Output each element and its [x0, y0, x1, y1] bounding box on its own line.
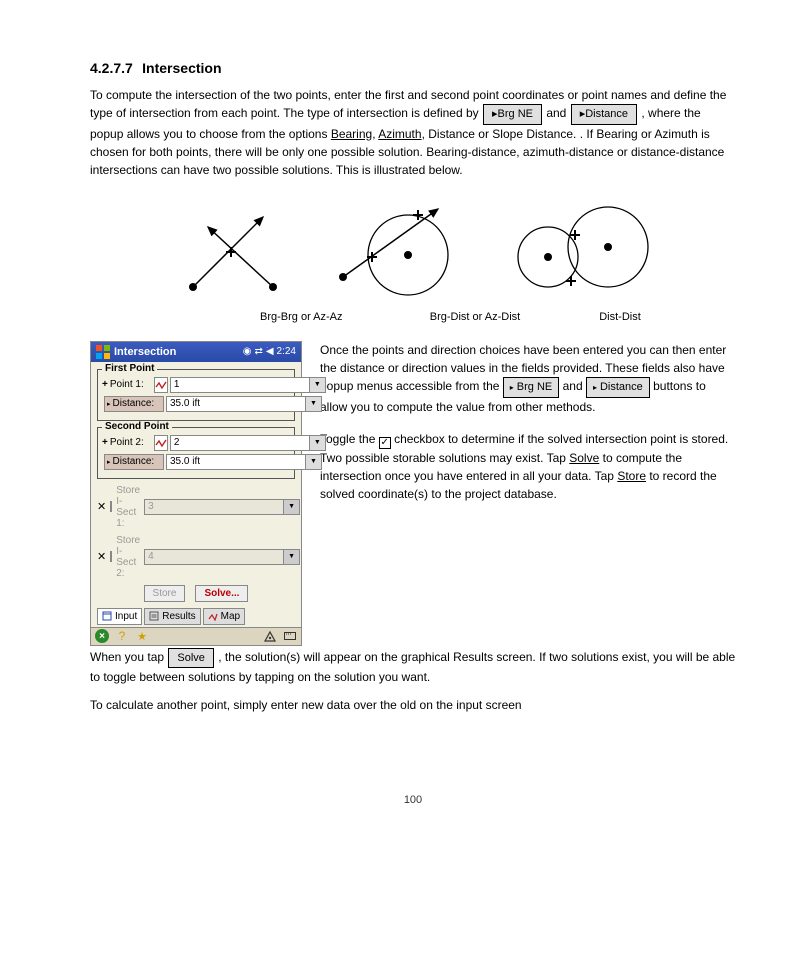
store-isect2-checkbox[interactable] — [110, 551, 112, 562]
map-tab-icon — [208, 611, 218, 621]
distance2-input[interactable] — [166, 454, 306, 470]
dropdown-button[interactable]: ▼ — [306, 454, 322, 470]
store-isect1-checkbox[interactable] — [110, 501, 112, 512]
speaker-icon: ◀ׂ — [266, 346, 274, 357]
instrument-icon[interactable] — [263, 629, 277, 643]
favorite-icon[interactable]: ★ — [135, 629, 149, 643]
opt-azimuth: Azimuth — [378, 127, 421, 141]
help-icon[interactable]: ? — [115, 629, 129, 643]
section-heading: 4.2.7.7 Intersection — [90, 60, 736, 76]
bearing-button-ref: ▸Brg NE — [503, 377, 559, 398]
store-isect2-input[interactable] — [144, 549, 284, 565]
heading-number: 4.2.7.7 — [90, 60, 133, 76]
store-isect1-label: Store I-Sect 1: — [116, 485, 140, 529]
dropdown-button[interactable]: ▼ — [310, 435, 326, 451]
diagram-row — [90, 197, 736, 307]
page-number: 100 — [90, 794, 736, 806]
label-distdist: Dist-Dist — [550, 311, 690, 323]
titlebar: Intersection ◉ ⇄ ◀ׂ 2:24 — [91, 342, 301, 362]
label-brgbrg: Brg-Brg or Az-Az — [260, 311, 400, 323]
dropdown-button[interactable]: ▼ — [284, 499, 300, 515]
clock-text: 2:24 — [277, 346, 296, 357]
point1-label: Point 1: — [110, 379, 152, 390]
device-window: Intersection ◉ ⇄ ◀ׂ 2:24 First Point + P… — [90, 341, 302, 646]
windows-logo-icon — [96, 345, 110, 359]
window-title: Intersection — [114, 346, 243, 358]
paragraph-3: Toggle the ✓ checkbox to determine if th… — [320, 430, 736, 503]
point2-input[interactable] — [170, 435, 310, 451]
first-point-group: First Point + Point 1: ▼ — [97, 369, 295, 421]
paragraph-5: To calculate another point, simply enter… — [90, 696, 736, 714]
checkbox-ref-icon: ✓ — [379, 437, 391, 449]
opt-bearing: Bearing — [331, 127, 372, 141]
distance-button-ref: ▸Distance — [571, 104, 637, 125]
paragraph-4: When you tap Solve , the solution(s) wil… — [90, 648, 736, 687]
scissor-icon: ✕ — [97, 550, 106, 563]
solve-button[interactable]: Solve... — [195, 585, 248, 602]
store-isect1-row: ✕ Store I-Sect 1: ▼ — [97, 485, 295, 529]
second-point-legend: Second Point — [102, 421, 172, 432]
dropdown-button[interactable]: ▼ — [310, 377, 326, 393]
first-point-legend: First Point — [102, 363, 157, 374]
store-link: Store — [617, 469, 646, 483]
diagram-dist-dist — [503, 197, 653, 307]
signal-icon: ⇄ — [254, 346, 262, 357]
solve-link: Solve — [569, 451, 599, 465]
input-tab-icon — [102, 611, 112, 621]
bearing-button-ref: ▸Brg NE — [483, 104, 542, 125]
diagram-brg-brg — [173, 202, 293, 302]
point2-label: Point 2: — [110, 437, 152, 448]
distance-type-button[interactable]: ▸Distance: — [104, 396, 164, 412]
sync-icon: ◉ — [243, 346, 252, 357]
second-point-group: Second Point + Point 2: ▼ — [97, 427, 295, 479]
map-pick-button[interactable] — [154, 435, 168, 451]
map-pick-button[interactable] — [154, 377, 168, 393]
store-isect1-input[interactable] — [144, 499, 284, 515]
plus-icon: + — [102, 437, 108, 448]
store-isect2-label: Store I-Sect 2: — [116, 535, 140, 579]
diagram-labels: Brg-Brg or Az-Az Brg-Dist or Az-Dist Dis… — [90, 311, 736, 323]
distance-type-button[interactable]: ▸Distance: — [104, 454, 164, 470]
scissor-icon: ✕ — [97, 500, 106, 513]
keyboard-icon[interactable] — [283, 629, 297, 643]
tab-results[interactable]: Results — [144, 608, 200, 625]
dropdown-button[interactable]: ▼ — [306, 396, 322, 412]
heading-title: Intersection — [142, 60, 221, 76]
distance1-input[interactable] — [166, 396, 306, 412]
point1-input[interactable] — [170, 377, 310, 393]
distance-button-ref: ▸Distance — [586, 377, 650, 398]
paragraph-2: Once the points and direction choices ha… — [320, 341, 736, 416]
paragraph-1: To compute the intersection of the two p… — [90, 86, 736, 179]
panel: First Point + Point 1: ▼ — [91, 362, 301, 627]
store-button[interactable]: Store — [144, 585, 186, 602]
tab-input[interactable]: Input — [97, 608, 142, 625]
tab-row: Input Results Map — [97, 608, 295, 625]
store-isect2-row: ✕ Store I-Sect 2: ▼ — [97, 535, 295, 579]
diagram-brg-dist — [328, 197, 468, 307]
plus-icon: + — [102, 379, 108, 390]
tab-map[interactable]: Map — [203, 608, 245, 625]
results-tab-icon — [149, 611, 159, 621]
statusbar: × ? ★ — [91, 627, 301, 645]
solve-button-ref: Solve — [168, 648, 214, 669]
right-column: Once the points and direction choices ha… — [320, 341, 736, 503]
close-icon[interactable]: × — [95, 629, 109, 643]
label-brgdist: Brg-Dist or Az-Dist — [400, 311, 550, 323]
dropdown-button[interactable]: ▼ — [284, 549, 300, 565]
